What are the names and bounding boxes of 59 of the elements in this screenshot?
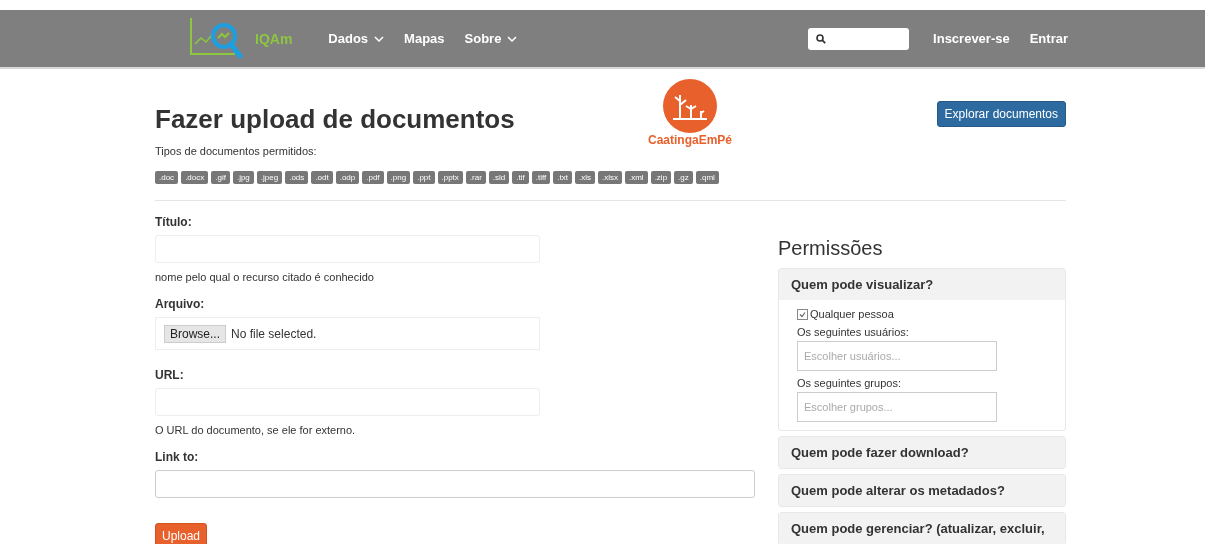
nav-link[interactable]: Inscrever-se	[933, 31, 1010, 46]
file-status: No file selected.	[231, 326, 317, 341]
panel-heading[interactable]: Quem pode fazer download?	[779, 437, 1065, 468]
seedlings-icon	[663, 79, 717, 133]
link-field[interactable]	[155, 470, 755, 498]
file-type-tag: .gz	[674, 171, 693, 184]
file-type-tag: .pptx	[437, 171, 463, 184]
page-title: Fazer upload de documentos	[155, 103, 516, 135]
file-type-tag: .zip	[650, 171, 672, 184]
file-type-tag: .sld	[488, 171, 510, 184]
field-label: Os seguintes usuários:	[797, 326, 910, 338]
file-type-tag: .xml	[624, 171, 648, 184]
file-type-tag: .txt	[553, 171, 572, 184]
file-type-tag: .ppt	[413, 171, 435, 184]
search-field[interactable]	[808, 27, 910, 50]
field-label: Arquivo:	[155, 297, 206, 311]
panel-heading[interactable]: Quem pode gerenciar? (atualizar, excluir,	[779, 513, 1065, 544]
nav-menu-item[interactable]: Sobre	[464, 31, 518, 46]
file-type-tag: .docx	[181, 171, 209, 184]
file-type-tag: .odp	[335, 171, 360, 184]
nav-link[interactable]: Entrar	[1029, 31, 1068, 46]
file-type-tag: .gif	[211, 171, 230, 184]
file-type-tag: .odt	[311, 171, 333, 184]
file-type-tag: .doc	[155, 171, 179, 184]
field-label: Título:	[155, 215, 193, 229]
checkbox[interactable]	[797, 308, 808, 320]
file-type-tag: .xls	[574, 171, 595, 184]
checkbox-label: Qualquer pessoa	[810, 308, 894, 320]
field-label: URL:	[155, 368, 185, 382]
help-text: O URL do documento, se ele for externo.	[155, 424, 357, 436]
file-type-tag: .ods	[285, 171, 309, 184]
file-type-tag: .qml	[695, 171, 719, 184]
file-type-tag: .rar	[465, 171, 486, 184]
field-label: Link to:	[155, 450, 200, 464]
users-field[interactable]: Escolher usuários...	[797, 341, 997, 371]
allowed-types-label: Tipos de documentos permitidos:	[155, 145, 318, 157]
upload-button[interactable]: Upload	[155, 523, 208, 544]
panel-heading[interactable]: Quem pode visualizar?	[779, 269, 1065, 300]
file-type-tag: .tiff	[531, 171, 551, 184]
groups-field[interactable]: Escolher grupos...	[797, 392, 997, 422]
file-type-tag: .tif	[512, 171, 529, 184]
caret-icon	[507, 35, 518, 42]
section-title: Permissões	[778, 237, 884, 260]
search-icon	[816, 33, 827, 44]
file-type-tag: .jpg	[232, 171, 254, 184]
field-label: Os seguintes grupos:	[797, 377, 902, 389]
nav-menu-item[interactable]: Dados	[328, 31, 385, 46]
file-type-tag: .xlsx	[597, 171, 622, 184]
file-type-tag: .jpeg	[256, 171, 283, 184]
help-text: nome pelo qual o recurso citado é conhecido	[155, 271, 375, 283]
browse-button[interactable]: Browse...	[164, 324, 226, 343]
nav-menu-item[interactable]: Mapas	[404, 31, 445, 46]
file-input[interactable]: Browse... No file selected.	[155, 317, 540, 350]
explore-documents-button[interactable]: Explorar documentos	[936, 101, 1066, 127]
file-type-tag: .pdf	[362, 171, 384, 184]
file-type-tag: .png	[386, 171, 411, 184]
caret-icon	[374, 35, 385, 42]
panel-heading[interactable]: Quem pode alterar os metadados?	[779, 475, 1065, 506]
partner-logo: CaatingaEmPé	[625, 79, 755, 147]
